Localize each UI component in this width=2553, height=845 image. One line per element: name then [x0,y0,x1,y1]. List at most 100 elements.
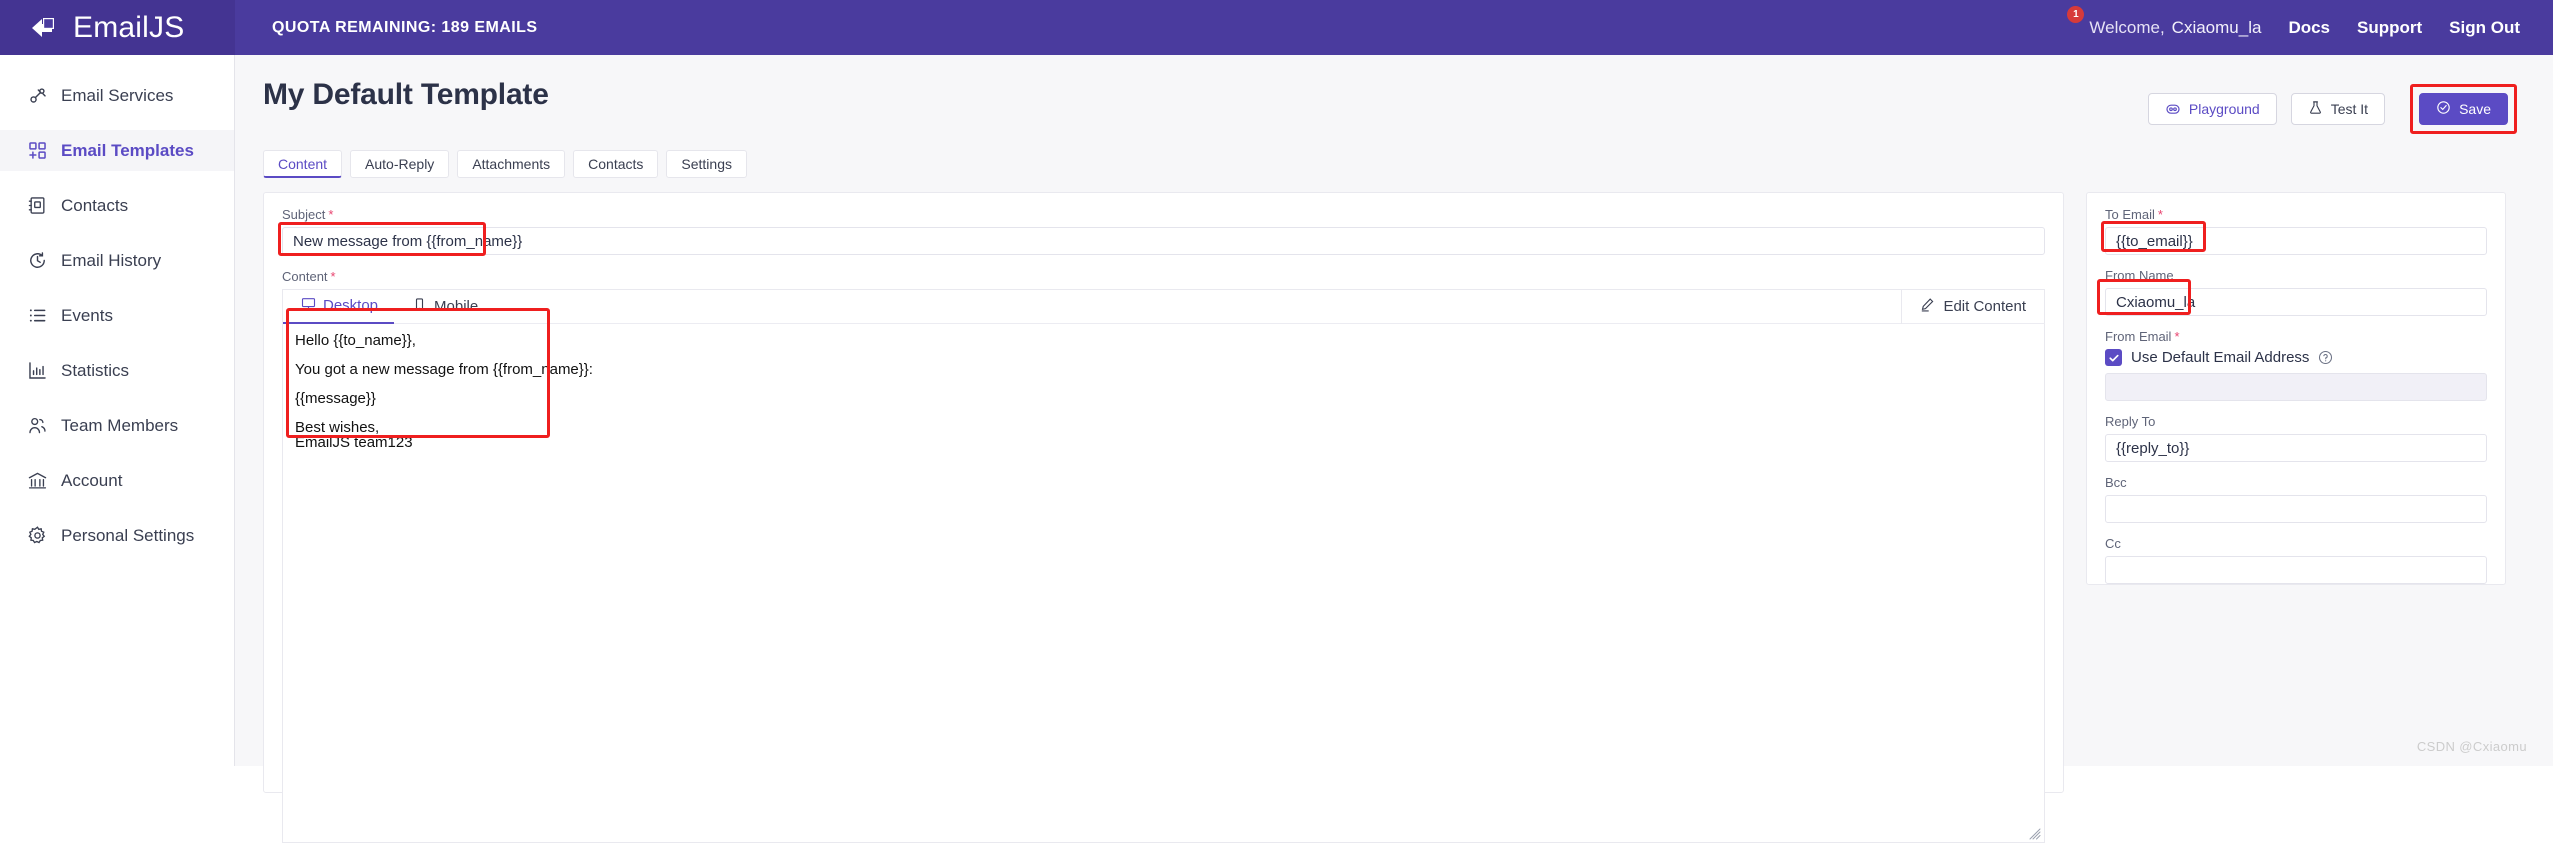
page-title: My Default Template [263,78,549,111]
sidebar-item-label: Email Templates [61,140,194,160]
brand-name: EmailJS [73,10,185,44]
to-email-field-group: To Email * {{to_email}} [2101,207,2487,255]
to-email-input[interactable]: {{to_email}} [2105,227,2487,255]
required-asterisk: * [330,269,336,284]
playground-button[interactable]: Playground [2147,93,2277,125]
body-line: Hello {{to_name}}, [295,332,416,349]
sidebar-item-account[interactable]: Account [0,460,234,501]
from-email-label-row: From Email * [2105,329,2487,344]
save-button[interactable]: Save [2419,93,2508,125]
tab-content[interactable]: Content [263,150,343,178]
bcc-input[interactable] [2105,495,2487,523]
cc-input[interactable] [2105,556,2487,584]
required-asterisk: * [328,207,334,222]
notification-badge[interactable]: 1 [2067,5,2085,23]
sidebar-item-email-templates[interactable]: Email Templates [0,130,234,171]
test-it-button[interactable]: Test It [2290,93,2386,125]
sidebar-item-label: Personal Settings [61,525,195,545]
from-name-label: From Name [2105,268,2174,283]
reply-to-input[interactable]: {{reply_to}} [2105,434,2487,462]
subject-label-row: Subject * [282,207,2045,222]
from-email-label: From Email [2105,329,2172,344]
content-label-row: Content * [282,269,2045,284]
bank-icon [28,471,47,490]
device-tab-label: Mobile [434,298,479,315]
top-bar: EmailJS QUOTA REMAINING: 189 EMAILS 1 We… [0,0,2553,55]
device-tab-desktop[interactable]: Desktop [283,289,395,324]
flask-icon [2308,100,2323,118]
bcc-field-group: Bcc [2105,475,2487,523]
to-email-label: To Email [2105,207,2155,222]
playground-icon [2165,100,2181,119]
to-email-label-row: To Email * [2105,207,2487,222]
nav-link-sign-out[interactable]: Sign Out [2449,18,2520,38]
sidebar-item-label: Email Services [61,85,174,105]
content-card: Subject * New message from {{from_name}}… [263,192,2064,843]
email-body-preview: Hello {{to_name}}, You got a new message… [295,333,2032,450]
email-body-editor[interactable]: Hello {{to_name}}, You got a new message… [282,324,2045,843]
desktop-icon [301,296,316,315]
nav-link-support[interactable]: Support [2357,18,2422,38]
reply-to-label: Reply To [2105,414,2156,429]
sidebar-item-statistics[interactable]: Statistics [0,350,234,391]
editor-layout: Subject * New message from {{from_name}}… [235,178,2553,843]
emailjs-logo-icon [30,13,60,43]
users-icon [28,416,47,435]
subject-input[interactable]: New message from {{from_name}} [282,227,2045,255]
nav-link-docs[interactable]: Docs [2288,18,2330,38]
use-default-email-checkbox[interactable] [2105,349,2122,366]
sidebar-item-team-members[interactable]: Team Members [0,405,234,446]
settings-card: To Email * {{to_email}} From Name Cxiaom… [2086,192,2506,585]
required-asterisk: * [2157,207,2163,222]
body-line: You got a new message from {{from_name}}… [295,361,593,378]
reply-to-field-group: Reply To {{reply_to}} [2105,414,2487,462]
subject-field-group: Subject * New message from {{from_name}} [278,207,2045,256]
sidebar-item-events[interactable]: Events [0,295,234,336]
sidebar: Email Services Email Templates Contacts [0,55,235,766]
reply-to-label-row: Reply To [2105,414,2487,429]
quota-remaining-label: QUOTA REMAINING: 189 EMAILS [272,18,538,36]
grid-plus-icon [28,141,47,160]
tab-contacts[interactable]: Contacts [573,150,659,178]
welcome-block[interactable]: 1 Welcome, Cxiaomu_la [2067,5,2262,38]
mobile-icon [412,297,427,316]
clock-icon [28,251,47,270]
sidebar-item-label: Team Members [61,415,179,435]
editor-toolbar: Desktop Mobile Edit Content [282,289,2045,324]
sidebar-item-contacts[interactable]: Contacts [0,185,234,226]
tab-settings[interactable]: Settings [666,150,747,178]
brand-block[interactable]: EmailJS [0,0,235,55]
sidebar-item-label: Events [61,305,113,325]
sidebar-item-email-services[interactable]: Email Services [0,75,234,116]
bcc-label-row: Bcc [2105,475,2487,490]
use-default-email-row[interactable]: Use Default Email Address [2105,349,2487,366]
save-button-highlight: Save [2410,84,2517,134]
welcome-label: Welcome, [2089,17,2165,37]
edit-content-button[interactable]: Edit Content [1901,289,2044,324]
address-book-icon [28,196,47,215]
account-username[interactable]: Cxiaomu_la [2172,18,2262,38]
tab-attachments[interactable]: Attachments [457,150,566,178]
device-tab-mobile[interactable]: Mobile [394,289,494,324]
from-name-input[interactable]: Cxiaomu_la [2105,288,2487,316]
page-header: My Default Template Playground Test It S… [235,55,2553,134]
body-line: {{message}} [295,390,376,407]
tab-auto-reply[interactable]: Auto-Reply [350,150,450,178]
from-name-field-group: From Name Cxiaomu_la [2097,268,2487,316]
gear-icon [28,526,47,545]
test-it-label: Test It [2330,101,2369,117]
resize-handle-icon[interactable] [2029,827,2041,840]
from-email-input[interactable] [2105,373,2487,401]
bcc-label: Bcc [2105,475,2127,490]
content-label: Content [282,269,328,284]
playground-label: Playground [2188,101,2260,117]
cc-label: Cc [2105,536,2121,551]
subject-label: Subject [282,207,326,222]
device-tab-label: Desktop [323,297,379,314]
sidebar-item-label: Statistics [61,360,130,380]
help-circle-icon[interactable] [2318,350,2333,365]
list-icon [28,306,47,325]
sidebar-item-personal-settings[interactable]: Personal Settings [0,515,234,556]
from-name-label-row: From Name [2105,268,2487,283]
sidebar-item-email-history[interactable]: Email History [0,240,234,281]
